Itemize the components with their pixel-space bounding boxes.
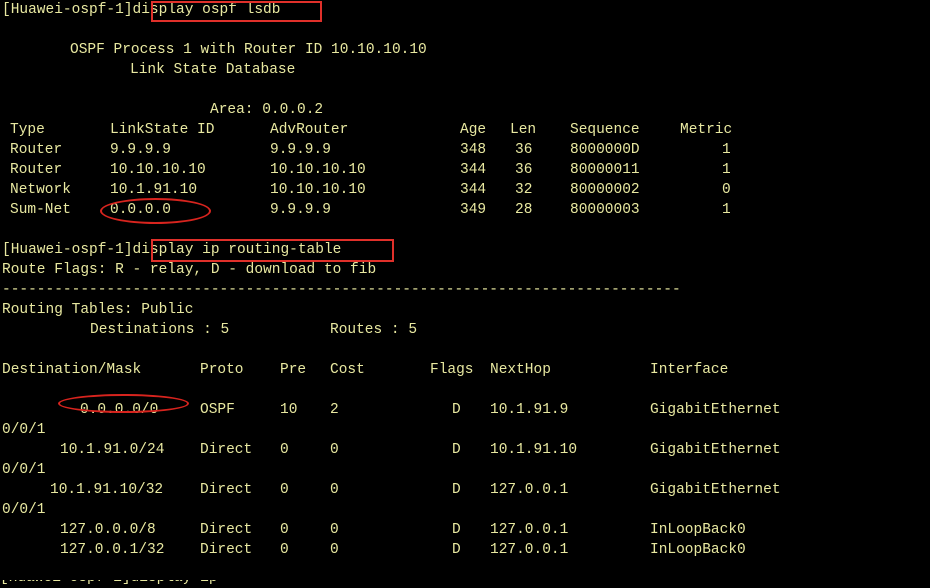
col-sequence: Sequence bbox=[570, 122, 640, 138]
cell-sequence: 80000011 bbox=[570, 162, 640, 178]
highlight-ellipse-sumnet-id bbox=[100, 198, 211, 224]
col-nexthop: NextHop bbox=[490, 362, 551, 378]
cell-interface: InLoopBack0 bbox=[650, 542, 746, 558]
cell-advrouter: 10.10.10.10 bbox=[270, 182, 366, 198]
col-advrouter: AdvRouter bbox=[270, 122, 349, 138]
cell-proto: Direct bbox=[200, 482, 253, 498]
col-type: Type bbox=[10, 122, 45, 138]
cell-len: 32 bbox=[515, 182, 533, 198]
cell-interface-wrap: 0/0/1 bbox=[2, 502, 46, 518]
cell-flags: D bbox=[452, 522, 461, 538]
cell-destination: 127.0.0.0/8 bbox=[60, 522, 156, 538]
col-interface: Interface bbox=[650, 362, 729, 378]
cell-flags: D bbox=[452, 402, 461, 418]
cell-type: Network bbox=[10, 182, 71, 198]
cell-flags: D bbox=[452, 442, 461, 458]
cell-cost: 0 bbox=[330, 522, 339, 538]
cell-proto: OSPF bbox=[200, 402, 235, 418]
cell-advrouter: 9.9.9.9 bbox=[270, 142, 331, 158]
area-label: Area: 0.0.0.2 bbox=[210, 102, 324, 118]
cell-interface: GigabitEthernet bbox=[650, 442, 781, 458]
col-metric: Metric bbox=[680, 122, 733, 138]
cell-age: 344 bbox=[460, 162, 487, 178]
cell-pre: 10 bbox=[280, 402, 298, 418]
highlight-box-command-2 bbox=[151, 239, 394, 262]
col-proto: Proto bbox=[200, 362, 244, 378]
cell-sequence: 80000002 bbox=[570, 182, 640, 198]
col-pre: Pre bbox=[280, 362, 307, 378]
col-cost: Cost bbox=[330, 362, 365, 378]
cell-cost: 0 bbox=[330, 442, 339, 458]
cell-destination: 10.1.91.0/24 bbox=[60, 442, 165, 458]
cell-nexthop: 127.0.0.1 bbox=[490, 522, 569, 538]
cell-advrouter: 9.9.9.9 bbox=[270, 202, 331, 218]
cell-type: Router bbox=[10, 142, 63, 158]
cell-proto: Direct bbox=[200, 442, 253, 458]
cell-cost: 0 bbox=[330, 482, 339, 498]
cell-nexthop: 10.1.91.9 bbox=[490, 402, 569, 418]
routing-tables-title: Routing Tables: Public bbox=[2, 302, 194, 318]
cell-linkstate-id: 9.9.9.9 bbox=[110, 142, 171, 158]
cell-metric: 1 bbox=[722, 202, 731, 218]
routes-count: Routes : 5 bbox=[330, 322, 418, 338]
cell-proto: Direct bbox=[200, 542, 253, 558]
highlight-box-command-1 bbox=[151, 1, 322, 22]
cut-off-prompt-text: [Huawei-ospf-1]display ip bbox=[0, 580, 218, 588]
cell-sequence: 8000000D bbox=[570, 142, 640, 158]
cell-pre: 0 bbox=[280, 522, 289, 538]
prompt: [Huawei-ospf-1] bbox=[2, 2, 133, 18]
cell-interface-wrap: 0/0/1 bbox=[2, 422, 46, 438]
cell-age: 349 bbox=[460, 202, 487, 218]
lsdb-title: Link State Database bbox=[130, 62, 296, 78]
cell-interface: GigabitEthernet bbox=[650, 482, 781, 498]
cell-age: 344 bbox=[460, 182, 487, 198]
cell-linkstate-id: 10.1.91.10 bbox=[110, 182, 198, 198]
cell-cost: 2 bbox=[330, 402, 339, 418]
route-flags-legend: Route Flags: R - relay, D - download to … bbox=[2, 262, 377, 278]
cell-nexthop: 10.1.91.10 bbox=[490, 442, 578, 458]
col-destination-mask: Destination/Mask bbox=[2, 362, 142, 378]
cell-destination: 10.1.91.10/32 bbox=[50, 482, 164, 498]
col-len: Len bbox=[510, 122, 537, 138]
col-flags: Flags bbox=[430, 362, 474, 378]
cell-metric: 1 bbox=[722, 142, 731, 158]
destinations-count: Destinations : 5 bbox=[90, 322, 230, 338]
cell-interface: InLoopBack0 bbox=[650, 522, 746, 538]
cell-len: 28 bbox=[515, 202, 533, 218]
cell-interface-wrap: 0/0/1 bbox=[2, 462, 46, 478]
cell-linkstate-id: 10.10.10.10 bbox=[110, 162, 206, 178]
cell-interface: GigabitEthernet bbox=[650, 402, 781, 418]
cell-len: 36 bbox=[515, 142, 533, 158]
cell-pre: 0 bbox=[280, 542, 289, 558]
cell-sequence: 80000003 bbox=[570, 202, 640, 218]
cell-flags: D bbox=[452, 542, 461, 558]
ospf-process-title: OSPF Process 1 with Router ID 10.10.10.1… bbox=[70, 42, 427, 58]
separator-line: ----------------------------------------… bbox=[2, 282, 681, 298]
cell-metric: 0 bbox=[722, 182, 731, 198]
cell-age: 348 bbox=[460, 142, 487, 158]
cell-len: 36 bbox=[515, 162, 533, 178]
cell-flags: D bbox=[452, 482, 461, 498]
highlight-ellipse-default-route bbox=[58, 394, 189, 413]
cell-nexthop: 127.0.0.1 bbox=[490, 482, 569, 498]
col-linkstate-id: LinkState ID bbox=[110, 122, 215, 138]
cell-destination: 127.0.0.1/32 bbox=[60, 542, 165, 558]
cell-metric: 1 bbox=[722, 162, 731, 178]
col-age: Age bbox=[460, 122, 487, 138]
cell-pre: 0 bbox=[280, 482, 289, 498]
cell-proto: Direct bbox=[200, 522, 253, 538]
prompt: [Huawei-ospf-1] bbox=[2, 242, 133, 258]
terminal-window[interactable]: [Huawei-ospf-1]display ospf lsdb OSPF Pr… bbox=[0, 0, 930, 588]
cell-pre: 0 bbox=[280, 442, 289, 458]
cut-off-next-line: [Huawei-ospf-1]display ip bbox=[0, 580, 400, 588]
cell-advrouter: 10.10.10.10 bbox=[270, 162, 366, 178]
cell-nexthop: 127.0.0.1 bbox=[490, 542, 569, 558]
cell-type: Sum-Net bbox=[10, 202, 71, 218]
cell-cost: 0 bbox=[330, 542, 339, 558]
cell-type: Router bbox=[10, 162, 63, 178]
